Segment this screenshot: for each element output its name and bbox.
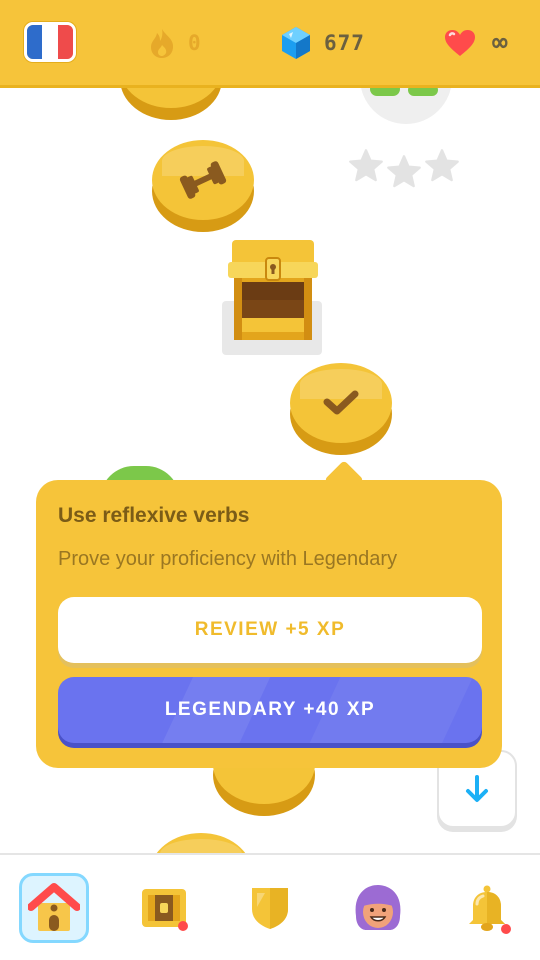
path-node[interactable] [150, 833, 252, 853]
gem-count: 677 [324, 31, 365, 55]
review-button[interactable]: REVIEW +5 XP [58, 597, 482, 663]
treasure-chest-icon[interactable] [226, 238, 320, 344]
gem-icon [282, 27, 310, 59]
streak-count: 0 [188, 31, 202, 55]
hearts-counter[interactable]: ∞ [444, 26, 509, 60]
star-icon [387, 155, 421, 188]
dumbbell-icon [179, 161, 227, 199]
flame-icon [151, 29, 174, 58]
notification-dot [178, 921, 188, 931]
shield-icon [252, 888, 288, 929]
nav-home[interactable] [19, 873, 89, 943]
nav-profile[interactable] [343, 873, 413, 943]
lesson-popup: Use reflexive verbs Prove your proficien… [36, 480, 502, 768]
gem-counter[interactable]: 677 [280, 26, 365, 60]
avatar-icon [355, 885, 401, 930]
notification-dot [501, 924, 511, 934]
legendary-button[interactable]: LEGENDARY +40 XP [58, 677, 482, 743]
house-icon [28, 883, 80, 931]
french-flag-icon[interactable] [24, 22, 76, 62]
nav-characters[interactable] [129, 873, 199, 943]
practice-node[interactable] [152, 140, 254, 232]
popup-title: Use reflexive verbs [58, 504, 250, 527]
lesson-stars [348, 148, 460, 190]
popup-subtitle: Prove your proficiency with Legendary [58, 548, 398, 570]
heart-icon [445, 30, 475, 56]
hearts-count: ∞ [492, 28, 509, 58]
arrow-down-icon [466, 775, 488, 802]
nav-notifications[interactable] [452, 873, 522, 943]
checkmark-icon [323, 390, 359, 415]
nav-leagues[interactable] [235, 873, 305, 943]
top-bar: 0 677 ∞ [0, 0, 540, 88]
salad-illustration [360, 88, 452, 124]
path-node[interactable] [120, 88, 222, 120]
star-icon [425, 149, 459, 182]
bottom-nav [0, 853, 540, 960]
star-icon [349, 149, 383, 182]
completed-node[interactable] [290, 363, 392, 455]
legendary-button-label: LEGENDARY +40 XP [164, 699, 376, 720]
streak-counter[interactable]: 0 [148, 26, 202, 60]
